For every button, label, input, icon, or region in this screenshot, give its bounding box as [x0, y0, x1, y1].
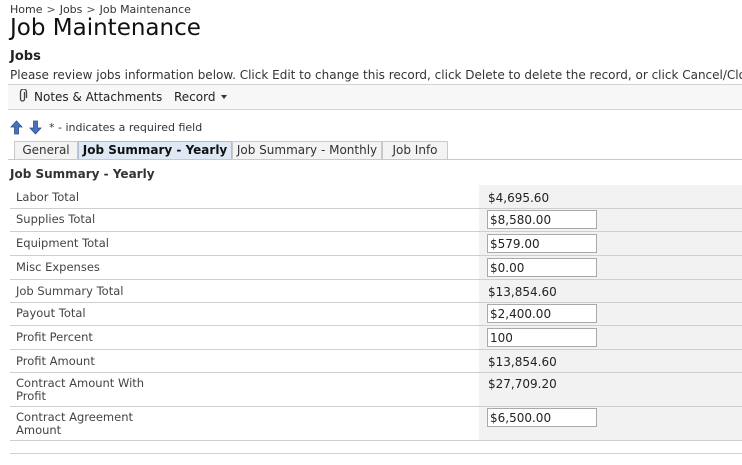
row-contract-amount-with-profit: Contract Amount With Profit $27,709.20 [10, 373, 742, 407]
value-cell: $13,854.60 [479, 350, 742, 372]
tab-general[interactable]: General [14, 141, 78, 160]
supplies-total-input[interactable] [487, 210, 597, 229]
row-labor-total: Labor Total $4,695.60 [10, 185, 742, 209]
label-line: Amount [16, 423, 62, 437]
profit-amount-label: Profit Amount [16, 354, 95, 368]
summary-heading: Job Summary - Yearly [10, 167, 155, 181]
contract-amount-with-profit-label: Contract Amount With Profit [16, 377, 144, 403]
contract-agreement-amount-input[interactable] [487, 408, 597, 427]
payout-total-label: Payout Total [16, 306, 86, 320]
tab-job-info[interactable]: Job Info [382, 141, 448, 160]
paperclip-icon [19, 89, 28, 102]
notes-attachments-label: Notes & Attachments [34, 90, 163, 104]
profit-percent-input[interactable] [487, 328, 597, 347]
record-menu-label: Record [174, 90, 216, 104]
value-cell [479, 232, 742, 255]
value-cell: $4,695.60 [479, 185, 742, 208]
label-line: Contract Amount With [16, 376, 145, 390]
tab-job-summary-yearly[interactable]: Job Summary - Yearly [78, 141, 232, 160]
notes-attachments-button[interactable]: Notes & Attachments [18, 85, 162, 109]
misc-expenses-input[interactable] [487, 258, 597, 277]
row-profit-percent: Profit Percent [10, 326, 742, 350]
value-cell [479, 209, 742, 231]
value-cell [479, 326, 742, 349]
value-cell [479, 303, 742, 325]
misc-expenses-label: Misc Expenses [16, 260, 100, 274]
equipment-total-label: Equipment Total [16, 236, 109, 250]
section-title: Jobs [10, 49, 41, 64]
instructions-text: Please review jobs information below. Cl… [10, 68, 742, 82]
row-job-summary-total: Job Summary Total $13,854.60 [10, 280, 742, 303]
supplies-total-label: Supplies Total [16, 212, 96, 226]
label-line: Contract Agreement [16, 410, 133, 424]
row-payout-total: Payout Total [10, 303, 742, 326]
labor-total-label: Labor Total [16, 190, 80, 204]
toolbar: Notes & Attachments Record [8, 84, 742, 110]
value-cell [479, 256, 742, 279]
row-profit-amount: Profit Amount $13,854.60 [10, 350, 742, 373]
row-supplies-total: Supplies Total [10, 209, 742, 232]
value-cell [479, 407, 742, 440]
row-equipment-total: Equipment Total [10, 232, 742, 256]
profit-percent-label: Profit Percent [16, 330, 93, 344]
payout-total-input[interactable] [487, 304, 597, 323]
profit-amount-value: $13,854.60 [488, 355, 557, 369]
arrow-down-icon[interactable] [29, 120, 42, 135]
equipment-total-input[interactable] [487, 234, 597, 253]
record-menu-button[interactable]: Record [174, 85, 228, 109]
arrow-up-icon[interactable] [10, 120, 23, 135]
value-cell: $13,854.60 [479, 280, 742, 302]
labor-total-value: $4,695.60 [488, 191, 550, 205]
row-misc-expenses: Misc Expenses [10, 256, 742, 280]
contract-amount-with-profit-value: $27,709.20 [488, 377, 557, 391]
label-line: Profit [16, 389, 46, 403]
required-field-note: * - indicates a required field [49, 121, 203, 134]
job-summary-total-label: Job Summary Total [16, 284, 124, 298]
form-bottom-divider [10, 453, 742, 454]
job-summary-total-value: $13,854.60 [488, 285, 557, 299]
page-title: Job Maintenance [10, 15, 201, 41]
tab-job-summary-monthly[interactable]: Job Summary - Monthly [232, 141, 382, 160]
contract-agreement-amount-label: Contract Agreement Amount [16, 411, 133, 437]
caret-down-icon [221, 95, 228, 99]
row-contract-agreement-amount: Contract Agreement Amount [10, 407, 742, 441]
tab-divider [8, 159, 742, 160]
value-cell: $27,709.20 [479, 373, 742, 406]
